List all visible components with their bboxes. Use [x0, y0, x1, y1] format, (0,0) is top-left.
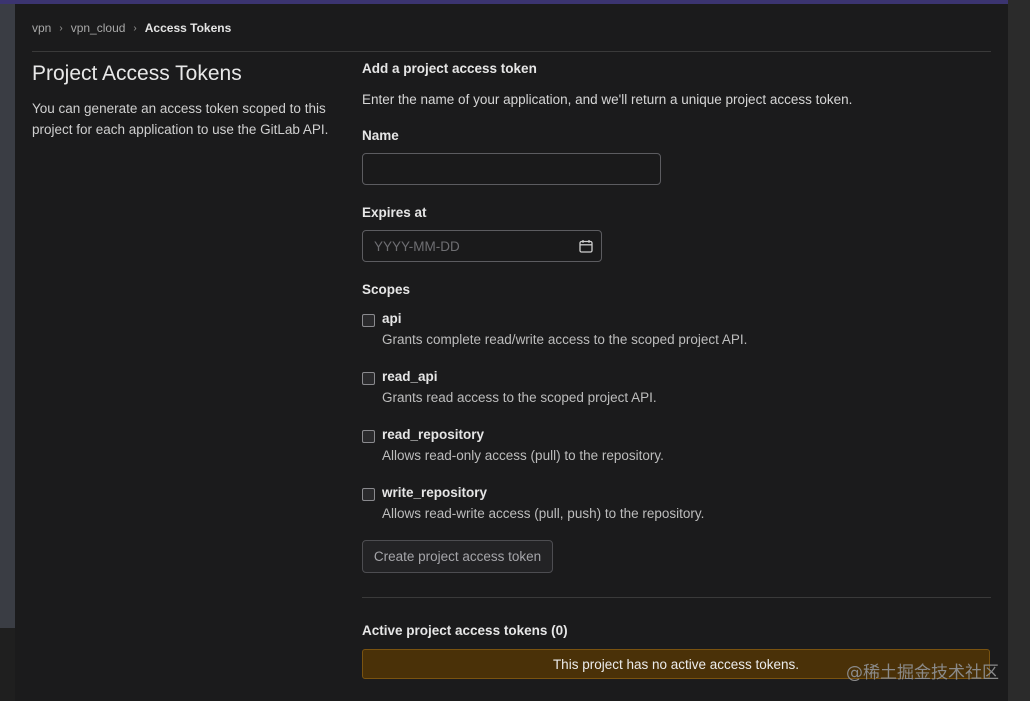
name-label: Name [362, 128, 399, 143]
scope-api-checkbox[interactable] [362, 314, 375, 327]
active-tokens-title: Active project access tokens (0) [362, 623, 568, 638]
breadcrumb: vpn › vpn_cloud › Access Tokens [32, 21, 231, 35]
scope-write-repository-checkbox[interactable] [362, 488, 375, 501]
breadcrumb-link-vpn[interactable]: vpn [32, 21, 51, 35]
expires-date-input[interactable]: YYYY-MM-DD [362, 230, 602, 262]
create-token-button[interactable]: Create project access token [362, 540, 553, 573]
page-description: You can generate an access token scoped … [32, 101, 329, 137]
scope-api-description: Grants complete read/write access to the… [382, 332, 748, 347]
breadcrumb-link-vpn-cloud[interactable]: vpn_cloud [71, 21, 126, 35]
scope-read-api-name[interactable]: read_api [382, 369, 438, 384]
divider [362, 597, 991, 598]
breadcrumb-current[interactable]: Access Tokens [145, 21, 232, 35]
right-panel-edge [1008, 0, 1030, 701]
scopes-label: Scopes [362, 282, 411, 297]
form-title: Add a project access token [362, 61, 537, 76]
name-input[interactable] [362, 153, 661, 185]
chevron-right-icon: › [59, 22, 63, 34]
calendar-icon[interactable] [579, 239, 593, 253]
scope-read-api-description: Grants read access to the scoped project… [382, 390, 657, 405]
scope-read-api-checkbox[interactable] [362, 372, 375, 385]
scope-api-name[interactable]: api [382, 311, 402, 326]
page-title: Project Access Tokens [32, 62, 242, 85]
expires-placeholder: YYYY-MM-DD [374, 239, 460, 254]
scope-read-repository-name[interactable]: read_repository [382, 427, 484, 442]
form-description: Enter the name of your application, and … [362, 92, 853, 107]
divider [32, 51, 991, 52]
main-content: vpn › vpn_cloud › Access Tokens Project … [15, 4, 1008, 701]
left-sidebar-edge [0, 4, 15, 628]
scope-write-repository-name[interactable]: write_repository [382, 485, 487, 500]
expires-label: Expires at [362, 205, 427, 220]
scope-read-repository-checkbox[interactable] [362, 430, 375, 443]
no-tokens-message: This project has no active access tokens… [552, 656, 800, 672]
chevron-right-icon: › [133, 22, 137, 34]
scope-write-repository-description: Allows read-write access (pull, push) to… [382, 506, 705, 521]
scope-read-repository-description: Allows read-only access (pull) to the re… [382, 448, 664, 463]
watermark: @稀土掘金技术社区 [846, 663, 999, 683]
